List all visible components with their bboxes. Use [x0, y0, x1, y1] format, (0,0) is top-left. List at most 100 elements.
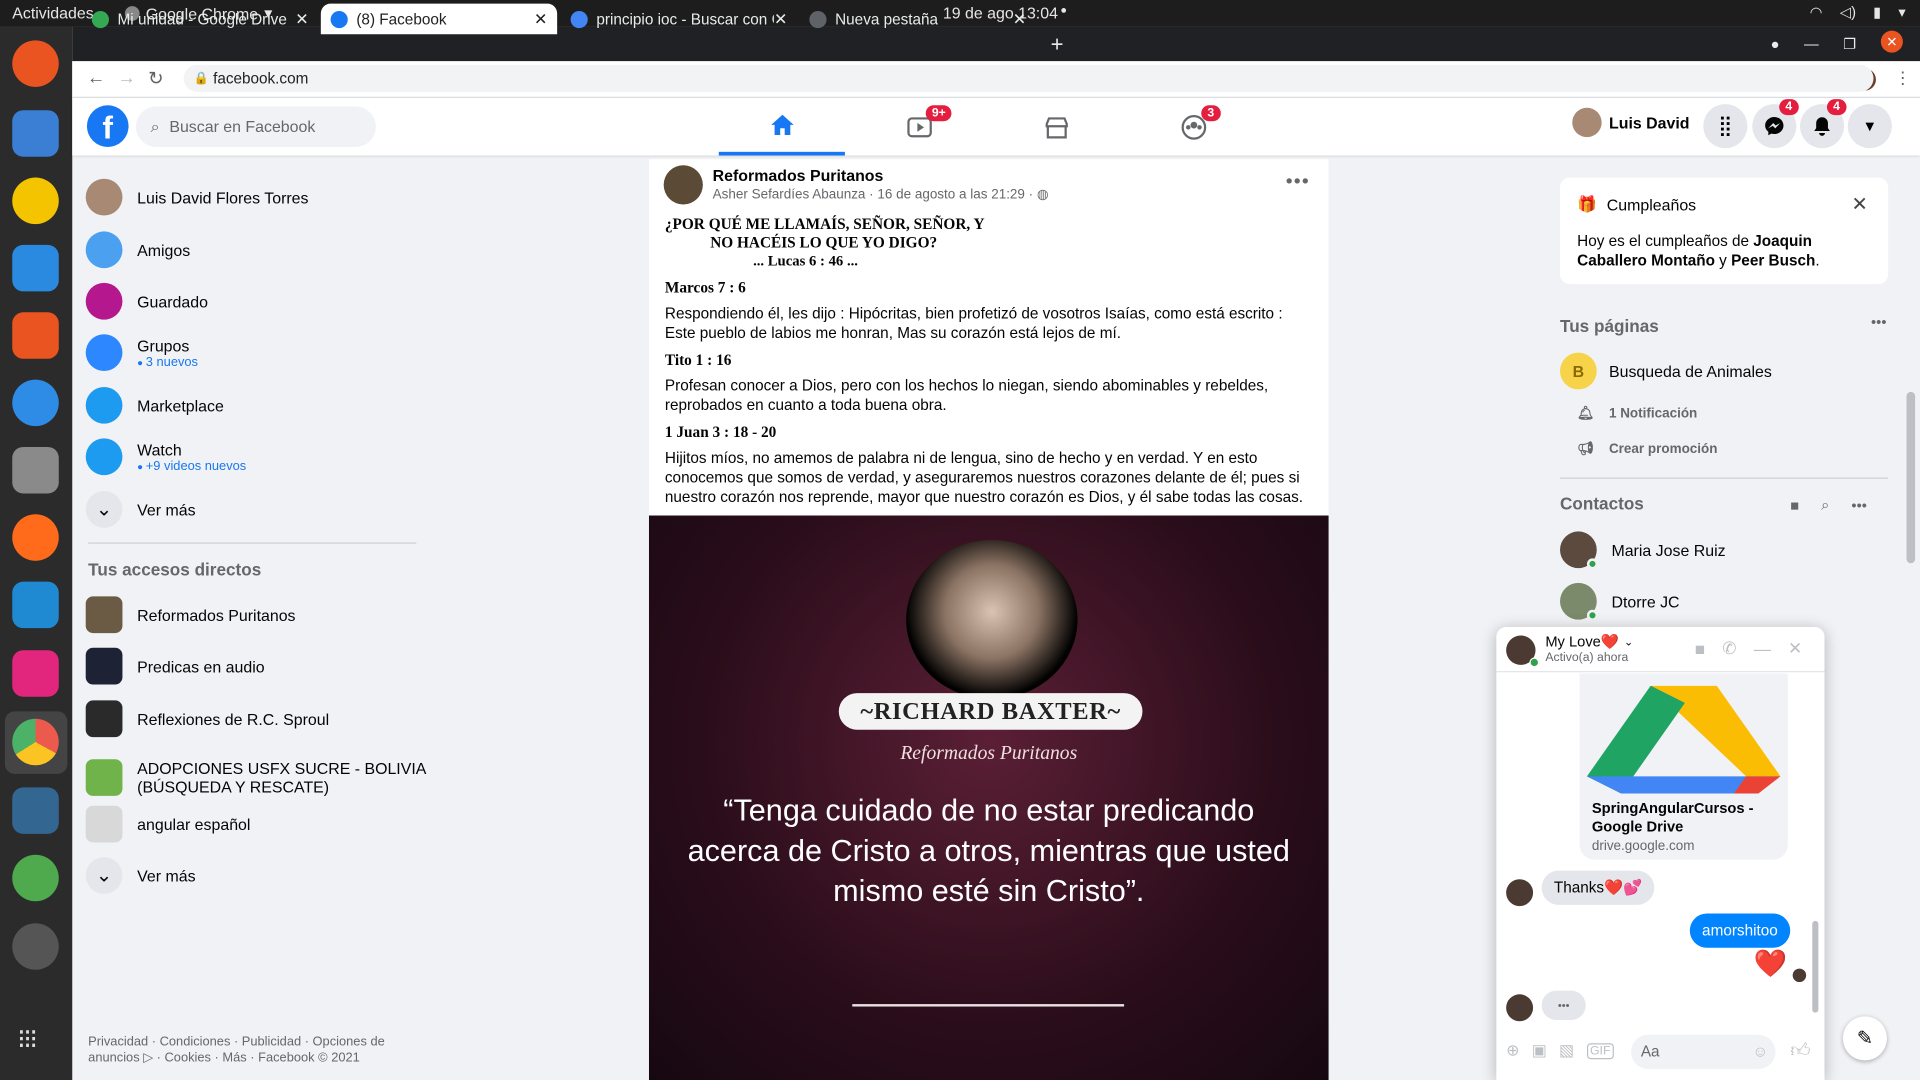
left-menu-icon — [85, 438, 123, 476]
nav-marketplace-tab[interactable] — [993, 98, 1119, 156]
pages-options-icon[interactable]: ••• — [1871, 313, 1886, 330]
system-tray[interactable]: ◠ ◁) ▮ ▾ — [1810, 4, 1906, 21]
reload-icon[interactable]: ↻ — [148, 67, 163, 90]
footer-links[interactable]: Privacidad · Condiciones · Publicidad · … — [88, 1035, 412, 1067]
close-window-icon[interactable]: ✕ — [1880, 30, 1903, 53]
forward-icon[interactable]: → — [118, 67, 136, 88]
like-thumb-icon[interactable]: 👍︎ — [1790, 1040, 1810, 1063]
birthday-person-2[interactable]: Peer Busch — [1731, 252, 1815, 269]
thunderbird-icon[interactable] — [12, 110, 59, 157]
link-preview[interactable]: SpringAngularCursos - Google Drive drive… — [1579, 673, 1788, 860]
mongodb-icon[interactable] — [12, 854, 59, 902]
new-tab-button[interactable]: + — [1051, 32, 1064, 58]
browser-tab[interactable]: Nueva pestaña ✕ — [800, 4, 1036, 35]
post-options-icon[interactable]: ••• — [1286, 171, 1310, 193]
post-page-name[interactable]: Reformados Puritanos — [713, 167, 884, 185]
minimize-icon[interactable]: — — [1804, 35, 1819, 52]
postgresql-icon[interactable] — [12, 787, 59, 834]
shortcut-item[interactable]: Reflexiones de R.C. Sproul — [85, 698, 431, 740]
software-center-icon[interactable] — [12, 312, 59, 359]
emoji-icon[interactable]: ☺ — [1753, 1035, 1769, 1069]
rhythmbox-icon[interactable] — [12, 177, 59, 225]
libreoffice-writer-icon[interactable] — [12, 244, 59, 292]
search-contacts-icon[interactable]: ⌕ — [1821, 496, 1829, 514]
firefox-icon[interactable] — [12, 514, 59, 561]
page-scrollbar[interactable] — [1906, 391, 1916, 564]
tab-close-icon[interactable]: ✕ — [774, 9, 787, 29]
contacts-options-icon[interactable]: ••• — [1851, 497, 1866, 514]
left-menu-text: Marketplace — [137, 396, 224, 414]
left-menu-item[interactable]: Grupos3 nuevos — [85, 332, 198, 374]
left-menu-item[interactable]: Luis David Flores Torres — [85, 176, 308, 218]
minimize-chat-icon[interactable]: — — [1754, 639, 1771, 659]
messenger-button[interactable]: 4 — [1752, 99, 1799, 149]
message-input[interactable]: Aa ☺ — [1631, 1034, 1776, 1069]
shortcut-item[interactable]: ADOPCIONES USFX SUCRE - BOLIVIA (BÚSQUED… — [85, 751, 431, 805]
chat-title[interactable]: My Love❤️ ⌄ — [1545, 633, 1633, 650]
verse-heading-2: NO HACÉIS LO QUE YO DIGO? — [710, 233, 938, 252]
new-message-button[interactable]: ✎ — [1842, 1016, 1887, 1061]
shortcut-item[interactable]: ⌄ Ver más — [85, 855, 431, 897]
left-menu-item[interactable]: Amigos — [85, 229, 190, 271]
close-chat-icon[interactable]: ✕ — [1788, 638, 1802, 659]
ubuntu-icon[interactable] — [12, 40, 59, 87]
nav-home-tab[interactable] — [718, 98, 845, 156]
close-icon[interactable]: ✕ — [1851, 192, 1867, 216]
show-applications-icon[interactable]: ⁝⁝⁝ — [17, 1024, 38, 1056]
nav-groups-tab[interactable]: 3 — [1130, 98, 1256, 156]
contact-item[interactable]: Maria Jose Ruiz — [1560, 529, 1726, 571]
incoming-message[interactable]: Thanks❤️💕 — [1541, 870, 1655, 905]
messenger-icon — [1765, 116, 1784, 136]
files-icon[interactable] — [12, 446, 59, 494]
page-notifications[interactable]: 🔔︎ 1 Notificación — [1577, 405, 1697, 421]
heart-message[interactable]: ❤️ — [1753, 948, 1787, 980]
shortcut-label: Reflexiones de R.C. Sproul — [137, 709, 330, 728]
left-menu-item[interactable]: Guardado — [85, 280, 208, 322]
shortcut-item[interactable]: angular español — [85, 803, 431, 845]
left-menu-item[interactable]: Watch+9 videos nuevos — [85, 436, 246, 478]
facebook-logo-icon[interactable]: f — [86, 105, 129, 147]
gif-icon[interactable]: GIF — [1586, 1042, 1615, 1059]
back-icon[interactable]: ← — [87, 67, 105, 88]
shortcut-item[interactable]: Reformados Puritanos — [85, 594, 431, 636]
search-input[interactable]: ⌕ Buscar en Facebook — [135, 106, 376, 147]
tab-close-icon[interactable]: ✕ — [295, 9, 308, 29]
menu-button[interactable]: ⣿ — [1703, 104, 1748, 149]
chat-scrollbar[interactable] — [1812, 920, 1819, 1013]
plus-circle-icon[interactable]: ⊕ — [1506, 1041, 1519, 1061]
tab-close-icon[interactable]: ✕ — [1013, 9, 1026, 29]
chrome-menu-icon[interactable]: ⋮ — [1894, 67, 1911, 88]
software-updater-icon[interactable] — [12, 923, 59, 970]
left-menu-item[interactable]: Marketplace — [85, 384, 224, 426]
address-bar[interactable]: 🔒 facebook.com — [183, 64, 1874, 92]
create-promotion[interactable]: 📢︎ Crear promoción — [1577, 441, 1717, 456]
page-avatar[interactable] — [663, 165, 703, 205]
profile-link[interactable]: Luis David — [1572, 107, 1690, 138]
help-icon[interactable] — [12, 379, 59, 427]
post-meta-text[interactable]: Asher Sefardíes Abaunza · 16 de agosto a… — [713, 187, 1033, 202]
left-menu-item[interactable]: ⌄ Ver más — [85, 489, 196, 531]
post-image[interactable]: ~RICHARD BAXTER~ Reformados Puritanos “T… — [648, 515, 1329, 1080]
outgoing-message[interactable]: amorshitoo — [1689, 913, 1791, 948]
tab-close-icon[interactable]: ✕ — [534, 9, 547, 29]
browser-tab[interactable]: principio ioc - Buscar con Google✕ — [561, 4, 797, 35]
chat-header[interactable]: My Love❤️ ⌄ Activo(a) ahora ■ ✆ — ✕ — [1496, 627, 1825, 673]
groups-badge: 3 — [1201, 105, 1221, 122]
restore-icon[interactable]: ❐ — [1843, 35, 1856, 52]
vscode-icon[interactable] — [12, 581, 59, 629]
nav-watch-tab[interactable]: 9+ — [856, 98, 982, 156]
account-button[interactable]: ▼ — [1847, 104, 1892, 149]
contact-item[interactable]: Dtorre JC — [1560, 580, 1680, 622]
page-link[interactable]: B Busqueda de Animales — [1560, 352, 1772, 390]
browser-tab[interactable]: Mi unidad - Google Drive ✕ — [82, 4, 318, 35]
video-call-icon[interactable]: ■ — [1790, 497, 1799, 514]
tab-search-icon[interactable]: ● — [1771, 35, 1780, 52]
image-icon[interactable]: ▣ — [1532, 1041, 1547, 1061]
shortcut-item[interactable]: Predicas en audio — [85, 645, 431, 687]
browser-tab[interactable]: (8) Facebook ✕ — [320, 3, 558, 35]
intellij-icon[interactable] — [12, 650, 59, 697]
phone-icon[interactable]: ✆ — [1722, 638, 1736, 659]
sticker-icon[interactable]: ▧ — [1559, 1041, 1574, 1061]
notifications-button[interactable]: 4 — [1800, 99, 1847, 149]
video-camera-icon[interactable]: ■ — [1695, 639, 1705, 659]
